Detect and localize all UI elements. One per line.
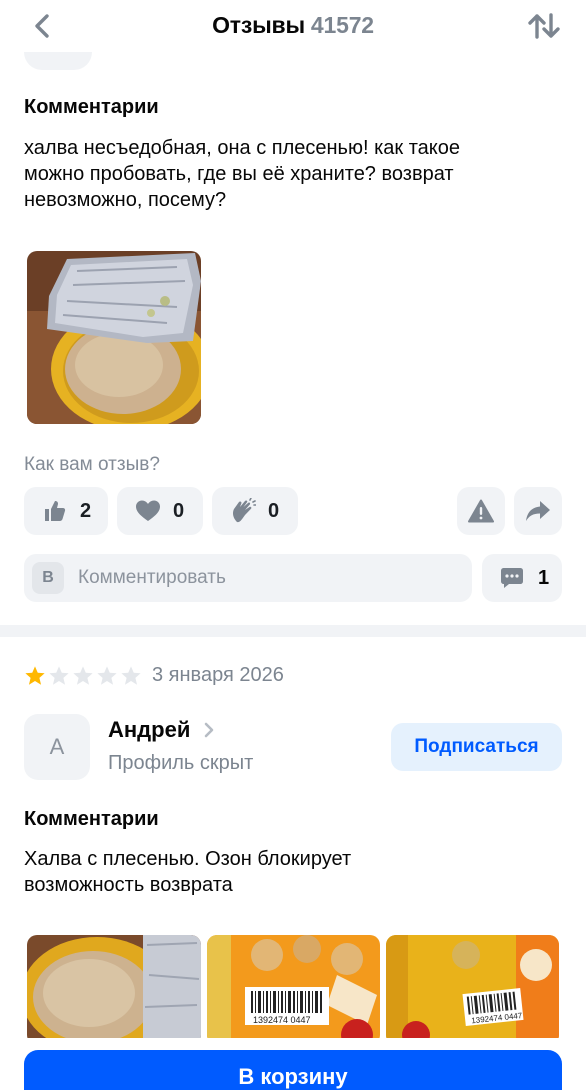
star-empty-icon [49, 666, 69, 685]
review-photo[interactable] [27, 251, 201, 424]
reviews-count: 41572 [310, 12, 374, 38]
review-feedback-question: Как вам отзыв? [24, 454, 160, 475]
star-empty-icon [73, 666, 93, 685]
chevron-right-icon [204, 722, 214, 738]
user-avatar: В [32, 562, 64, 594]
comment-placeholder: Комментировать [78, 567, 226, 588]
share-button[interactable] [514, 487, 562, 535]
heart-count: 0 [173, 499, 185, 522]
clap-icon [230, 498, 256, 524]
warning-icon [468, 499, 494, 523]
report-button[interactable] [457, 487, 505, 535]
heart-icon [135, 498, 161, 524]
clap-count: 0 [268, 499, 280, 522]
like-count: 2 [80, 499, 92, 522]
comments-heading: Комментарии [24, 96, 159, 118]
comments-button[interactable]: 1 [482, 554, 562, 602]
star-empty-icon [121, 666, 141, 685]
subscribe-button[interactable]: Подписаться [391, 723, 562, 771]
top-bar: Отзывы 41572 [0, 0, 586, 52]
author-name: Андрей [108, 717, 191, 742]
review-comment-line: халва несъедобная, она с плесенью! как т… [24, 137, 460, 159]
add-to-cart-button[interactable]: В корзину [24, 1050, 562, 1090]
review-divider [0, 625, 586, 637]
comments-heading: Комментарии [24, 808, 159, 830]
star-filled-icon [25, 666, 45, 685]
share-arrow-icon [526, 501, 550, 521]
review-comment-line: Халва с плесенью. Озон блокирует [24, 848, 352, 870]
page-title: Отзывы 41572 [0, 12, 586, 39]
page-title-text: Отзывы [212, 12, 305, 38]
review-comment-line: можно пробовать, где вы её храните? возв… [24, 163, 454, 185]
review-comment-line: невозможно, посему? [24, 189, 227, 211]
chat-bubble-icon [501, 568, 523, 588]
sort-arrows-icon [528, 13, 560, 39]
author-profile-status: Профиль скрыт [108, 752, 254, 774]
rating-stars [24, 665, 142, 687]
comments-count: 1 [538, 566, 550, 589]
author-link[interactable]: Андрей [108, 717, 214, 743]
clap-button[interactable]: 0 [212, 487, 298, 535]
star-empty-icon [97, 666, 117, 685]
heart-button[interactable]: 0 [117, 487, 203, 535]
sort-button[interactable] [524, 8, 564, 44]
review-comment-line: возможность возврата [24, 874, 233, 896]
author-avatar[interactable]: А [24, 714, 90, 780]
review-date: 3 января 2026 [152, 664, 284, 686]
review-photo[interactable] [27, 935, 201, 1045]
thumbs-up-icon [42, 498, 68, 524]
review-photo[interactable]: 1392474 0447 [207, 935, 380, 1045]
barcode-number: 1392474 0447 [253, 1015, 311, 1025]
review-comment: халва несъедобная, она с плесенью! как т… [24, 135, 564, 213]
comment-input[interactable]: В Комментировать [24, 554, 472, 602]
review-photo[interactable]: 1392474 0447 [386, 935, 559, 1045]
review-comment: Халва с плесенью. Озон блокирует возможн… [24, 846, 564, 898]
like-button[interactable]: 2 [24, 487, 108, 535]
